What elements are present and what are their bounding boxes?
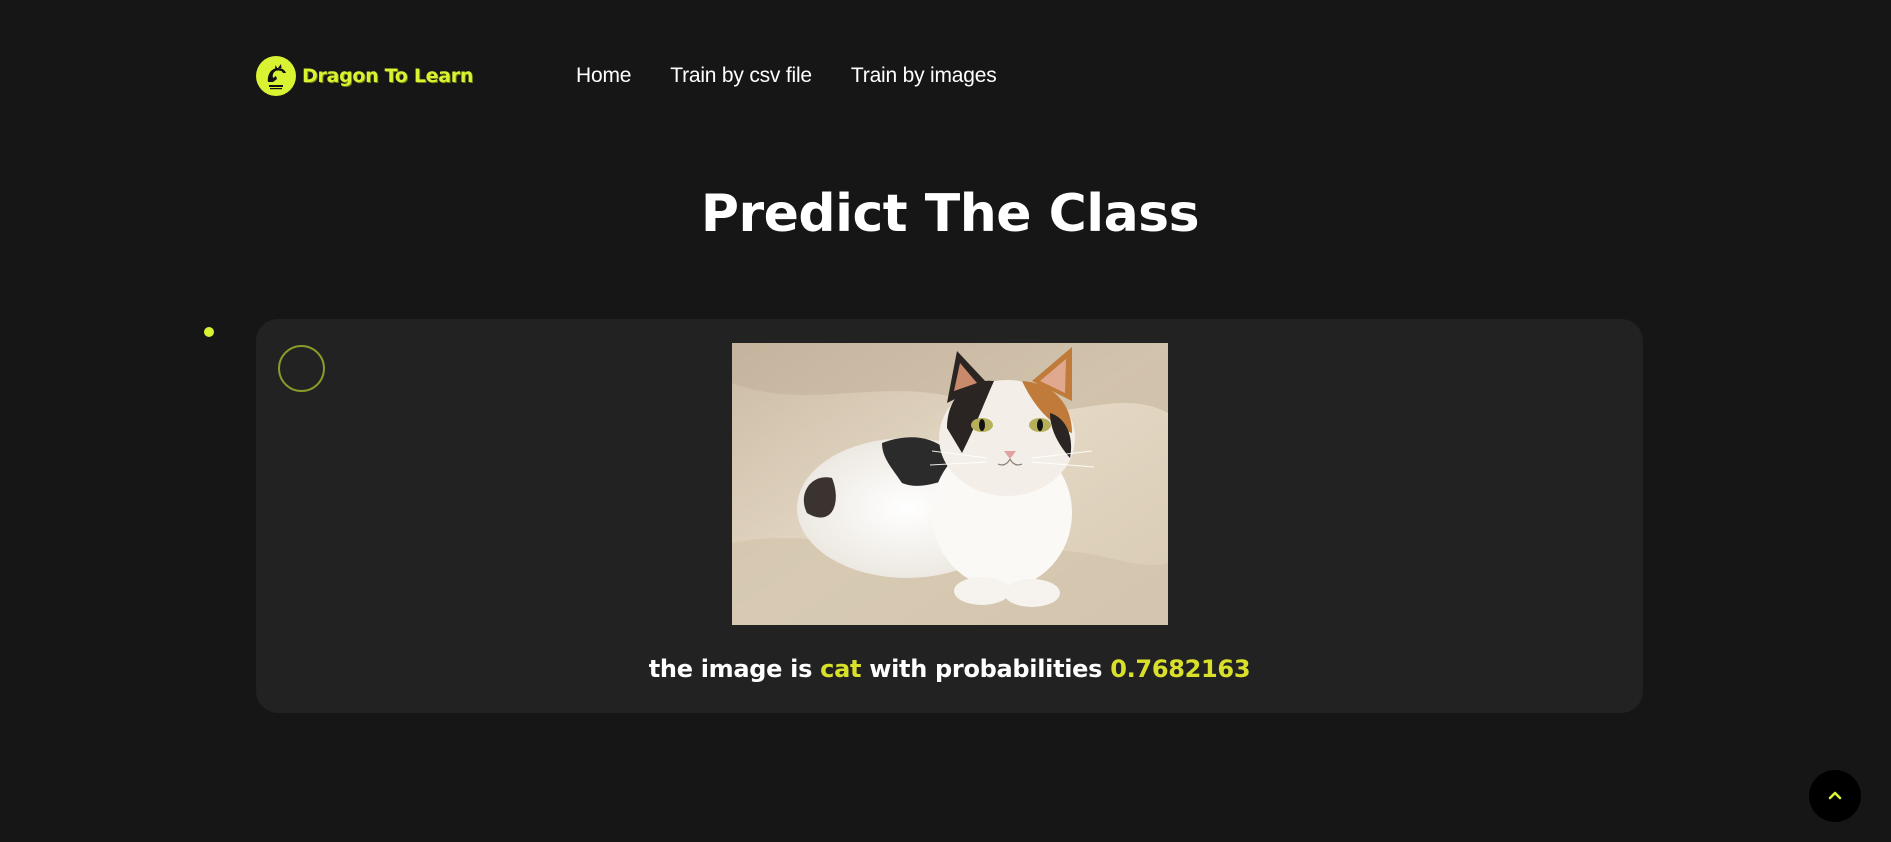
chevron-up-icon: [1828, 787, 1842, 805]
brand-name: Dragon To Learn: [302, 65, 474, 87]
uploaded-image: [732, 343, 1168, 625]
brand-logo-link[interactable]: Dragon To Learn: [256, 56, 473, 96]
main-nav: Home Train by csv file Train by images: [576, 56, 997, 96]
predicted-class: cat: [820, 655, 862, 683]
decorative-dot: [204, 327, 214, 337]
decorative-ring: [278, 345, 325, 392]
prediction-result: the image is cat with probabilities 0.76…: [256, 655, 1643, 683]
result-prefix: the image is: [648, 655, 813, 683]
result-middle: with probabilities: [869, 655, 1103, 683]
dragon-logo-icon: [256, 56, 296, 96]
site-header: Dragon To Learn Home Train by csv file T…: [256, 56, 1656, 96]
nav-link-train-images[interactable]: Train by images: [851, 64, 997, 88]
nav-link-home[interactable]: Home: [576, 64, 631, 88]
nav-link-train-csv[interactable]: Train by csv file: [670, 64, 812, 88]
prediction-probability: 0.7682163: [1110, 655, 1251, 683]
scroll-to-top-button[interactable]: [1809, 770, 1861, 822]
prediction-card: the image is cat with probabilities 0.76…: [256, 319, 1643, 713]
page-title: Predict The Class: [700, 184, 1200, 244]
